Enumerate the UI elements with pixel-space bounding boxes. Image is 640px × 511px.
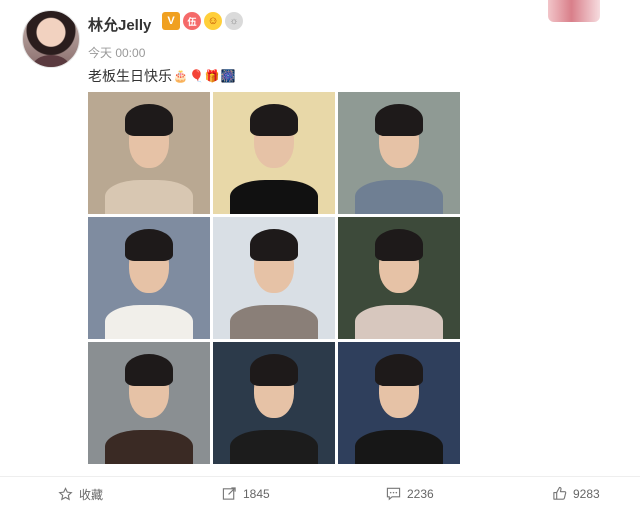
avatar[interactable]	[22, 10, 80, 68]
member-level-icon[interactable]: 伍	[183, 12, 201, 30]
repost-button[interactable]: 1845	[222, 486, 270, 501]
balloon-icon: 🎈	[188, 69, 204, 83]
photo-figure-body	[230, 304, 318, 339]
photo-figure-hair	[374, 354, 424, 386]
like-button[interactable]: 9283	[552, 486, 600, 501]
photo-figure-body	[105, 179, 193, 214]
photo-figure-hair	[374, 104, 424, 136]
comment-button[interactable]: 2236	[386, 486, 434, 501]
photo-figure-hair	[124, 229, 174, 261]
grid-photo[interactable]	[88, 217, 210, 339]
photo-figure-body	[355, 179, 443, 214]
favorite-button[interactable]: 收藏	[58, 486, 103, 503]
cake-icon: 🎂	[173, 69, 188, 83]
smile-badge-icon[interactable]: ☺	[204, 12, 222, 30]
verified-v-icon[interactable]: V	[162, 12, 180, 30]
user-badges: V 伍 ☺ ☼	[162, 12, 243, 30]
photo-figure-body	[230, 179, 318, 214]
photo-figure-body	[355, 304, 443, 339]
repost-count: 1845	[243, 486, 270, 501]
comment-icon	[386, 487, 401, 501]
photo-figure-body	[355, 429, 443, 464]
grid-photo[interactable]	[338, 92, 460, 214]
post-text: 老板生日快乐 🎂 🎈 🎁 🎆	[88, 66, 236, 86]
photo-figure-body	[230, 429, 318, 464]
corner-decoration	[548, 0, 600, 22]
grid-photo[interactable]	[88, 342, 210, 464]
post-timestamp[interactable]: 今天 00:00	[88, 44, 145, 61]
post-text-body: 老板生日快乐	[88, 68, 172, 84]
action-bar: 收藏 1845 2236 9283	[0, 478, 640, 511]
grid-photo[interactable]	[213, 342, 335, 464]
grid-photo[interactable]	[338, 217, 460, 339]
medal-badge-icon[interactable]: ☼	[225, 12, 243, 30]
username[interactable]: 林允Jelly	[88, 14, 151, 35]
grid-photo[interactable]	[338, 342, 460, 464]
favorite-label: 收藏	[79, 488, 104, 502]
like-count: 9283	[573, 486, 600, 501]
footer-divider	[0, 476, 640, 477]
avatar-figure	[33, 55, 69, 67]
star-icon	[58, 487, 73, 501]
photo-figure-hair	[249, 354, 299, 386]
gift-icon: 🎁	[204, 69, 220, 83]
photo-figure-hair	[124, 104, 174, 136]
grid-photo[interactable]	[213, 217, 335, 339]
fireworks-icon: 🎆	[220, 69, 236, 83]
grid-photo[interactable]	[213, 92, 335, 214]
photo-grid	[88, 92, 460, 464]
photo-figure-hair	[124, 354, 174, 386]
thumbs-up-icon	[553, 486, 567, 500]
comment-count: 2236	[407, 486, 434, 501]
photo-figure-hair	[249, 229, 299, 261]
photo-figure-body	[105, 304, 193, 339]
weibo-post-card: 林允Jelly V 伍 ☺ ☼ 今天 00:00 老板生日快乐 🎂 🎈 🎁 🎆 …	[0, 0, 640, 511]
photo-figure-body	[105, 429, 193, 464]
photo-figure-hair	[374, 229, 424, 261]
photo-figure-hair	[249, 104, 299, 136]
grid-photo[interactable]	[88, 92, 210, 214]
repost-icon	[222, 487, 236, 500]
